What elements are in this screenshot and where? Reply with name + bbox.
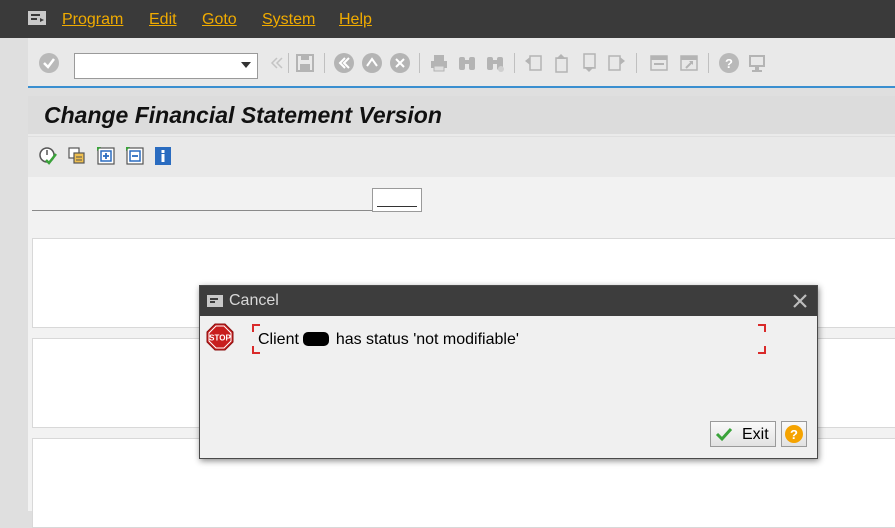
frame-corner [758,346,766,354]
exit-button-label: Exit [742,426,769,443]
application-toolbar [28,137,895,177]
screen-title-bar: Change Financial Statement Version [28,96,895,136]
stop-icon: STOP [206,323,234,351]
toolbar-separator [514,53,515,73]
standard-toolbar: ? [28,38,895,88]
sap-window: Program Edit Goto System Help ? Change F… [0,0,895,528]
check-icon [715,427,733,442]
field-underline [32,210,372,211]
double-chevron-left-icon[interactable] [266,52,288,74]
close-icon[interactable] [792,293,808,309]
stop-icon-text: STOP [209,334,231,343]
enter-check-icon[interactable] [38,52,60,74]
exit-icon[interactable] [361,52,383,74]
error-message: Client has status 'not modifiable' [258,331,519,349]
insert-node-icon[interactable] [96,146,116,166]
menu-bar: Program Edit Goto System Help [0,0,895,38]
toolbar-separator [324,53,325,73]
redacted-client-number [303,332,330,346]
input-underline [377,206,417,207]
last-page-icon[interactable] [606,52,628,74]
help-icon[interactable]: ? [718,52,740,74]
dialog-title-bar[interactable]: Cancel [200,286,817,316]
find-next-icon[interactable] [484,52,506,74]
display-change-icon[interactable] [38,146,58,166]
first-page-icon[interactable] [522,52,544,74]
create-shortcut-icon[interactable] [678,52,700,74]
customize-layout-icon[interactable] [746,52,768,74]
error-dialog: Cancel STOP Client has status 'not modif… [199,285,818,459]
find-icon[interactable] [456,52,478,74]
svg-text:?: ? [725,56,733,71]
exit-button[interactable]: Exit [710,421,776,447]
help-icon: ? [785,425,803,443]
svg-text:?: ? [790,427,798,442]
cancel-icon[interactable] [389,52,411,74]
create-session-icon[interactable] [648,52,670,74]
print-icon[interactable] [428,52,450,74]
toolbar-separator [708,53,709,73]
menu-program[interactable]: Program [62,11,123,29]
frame-corner [758,324,766,332]
save-icon[interactable] [294,52,316,74]
menu-system[interactable]: System [262,11,315,29]
menu-help[interactable]: Help [339,11,372,29]
toolbar-separator [419,53,420,73]
info-icon[interactable] [153,146,173,166]
menu-edit[interactable]: Edit [149,11,177,29]
next-page-icon[interactable] [578,52,600,74]
copy-icon[interactable] [67,146,87,166]
sap-menu-icon[interactable] [207,295,223,307]
sap-menu-icon[interactable] [28,11,46,25]
message-suffix: has status 'not modifiable' [335,331,519,348]
message-prefix: Client [258,331,299,348]
command-field[interactable] [74,53,258,79]
input-field[interactable] [372,188,422,212]
delete-node-icon[interactable] [125,146,145,166]
dialog-title: Cancel [229,292,279,309]
toolbar-separator [636,53,637,73]
page-title: Change Financial Statement Version [44,102,442,128]
chevron-down-icon[interactable] [241,62,251,68]
back-icon[interactable] [333,52,355,74]
menu-goto[interactable]: Goto [202,11,237,29]
help-button[interactable]: ? [781,421,807,447]
previous-page-icon[interactable] [550,52,572,74]
toolbar-separator [288,53,289,73]
